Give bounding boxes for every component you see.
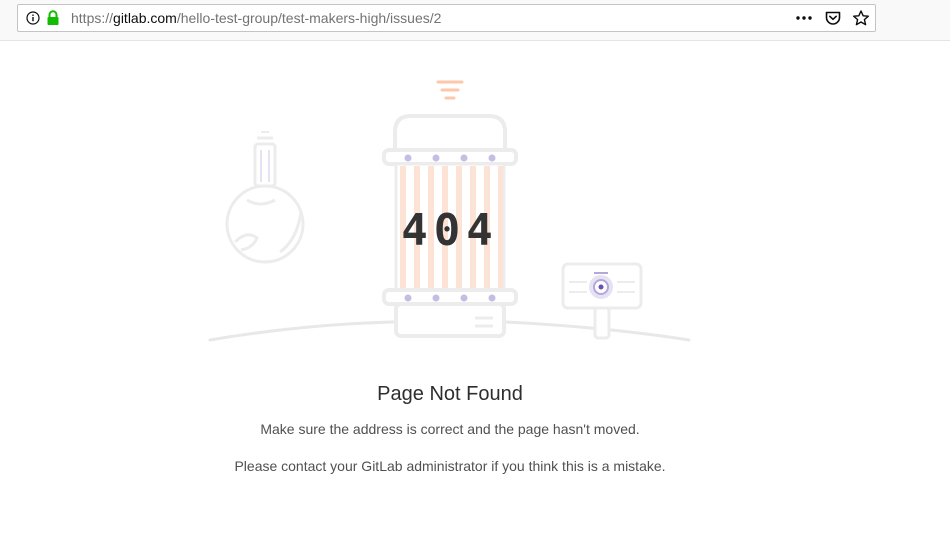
address-bar[interactable]: https://gitlab.com/hello-test-group/test… [17, 4, 876, 32]
error-message-address: Make sure the address is correct and the… [260, 421, 640, 437]
pocket-icon[interactable] [824, 10, 842, 26]
error-illustration: 404 [208, 80, 691, 342]
planet-icon [225, 131, 305, 264]
error-code: 404 [401, 205, 498, 256]
error-message-contact: Please contact your GitLab administrator… [234, 458, 666, 474]
page-title: Page Not Found [377, 383, 523, 405]
url-text[interactable]: https://gitlab.com/hello-test-group/test… [71, 10, 441, 27]
url-path: /hello-test-group/test-makers-high/issue… [176, 10, 442, 26]
more-actions-icon[interactable] [795, 10, 813, 26]
bookmark-star-icon[interactable] [852, 10, 870, 26]
lock-icon[interactable] [46, 10, 60, 26]
url-scheme: https:// [71, 10, 114, 26]
browser-toolbar: https://gitlab.com/hello-test-group/test… [0, 0, 950, 41]
url-host: gitlab.com [113, 10, 177, 26]
ground-line-left [208, 320, 397, 342]
info-icon[interactable] [26, 11, 40, 25]
